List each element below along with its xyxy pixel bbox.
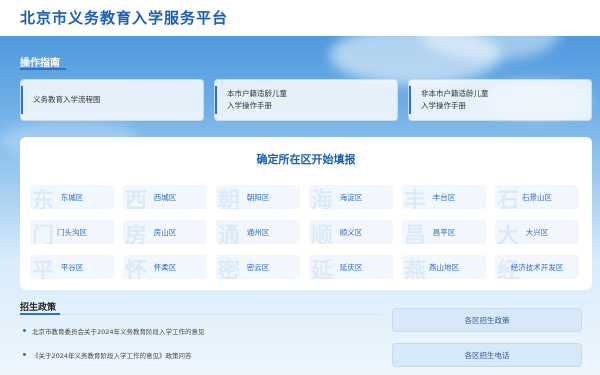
- district-label: 密云区: [246, 262, 270, 272]
- district-watermark-char: 海: [311, 188, 334, 209]
- district-watermark-char: 燕: [404, 258, 427, 279]
- site-title: 北京市义务教育入学服务平台: [20, 9, 229, 27]
- district-watermark-char: 昌: [404, 223, 427, 244]
- district-label: 房山区: [153, 227, 177, 237]
- district-button[interactable]: 顺顺义区: [309, 220, 393, 244]
- district-button[interactable]: 平平谷区: [30, 255, 114, 279]
- district-button[interactable]: 房房山区: [123, 220, 207, 244]
- district-phone-button[interactable]: 各区招生电话: [392, 343, 582, 367]
- guide-heading: 操作指南: [20, 58, 60, 69]
- district-label: 门头沟区: [57, 227, 87, 237]
- district-label: 朝阳区: [246, 192, 270, 202]
- guide-card-label: 非本市户籍适龄儿童: [421, 89, 489, 98]
- district-label: 西城区: [153, 192, 177, 202]
- district-label: 石景山区: [522, 192, 552, 202]
- guide-card-label: 入学操作手册: [421, 101, 466, 110]
- district-button[interactable]: 朝朝阳区: [216, 185, 300, 209]
- district-button[interactable]: 海海淀区: [309, 185, 393, 209]
- district-watermark-char: 石: [497, 188, 520, 209]
- district-panel: 确定所在区开始填报 东东城区西西城区朝朝阳区海海淀区丰丰台区石石景山区门门头沟区…: [20, 137, 592, 290]
- district-button[interactable]: 石石景山区: [495, 185, 579, 209]
- district-watermark-char: 丰: [404, 188, 427, 209]
- district-watermark-char: 大: [497, 223, 520, 244]
- district-button[interactable]: 经经济技术开发区: [495, 255, 579, 279]
- policy-item-divider: [20, 341, 382, 342]
- policy-link[interactable]: 《关于2024年义务教育阶段入学工作的意见》政策问答: [20, 350, 382, 360]
- district-button[interactable]: 通通州区: [216, 220, 300, 244]
- guide-card-label: 义务教育入学流程图: [33, 95, 101, 104]
- district-policy-button[interactable]: 各区招生政策: [392, 308, 582, 332]
- guide-card-label: 入学操作手册: [227, 101, 272, 110]
- district-watermark-char: 怀: [125, 258, 148, 279]
- district-watermark-char: 朝: [218, 188, 241, 209]
- district-watermark-char: 房: [125, 223, 148, 244]
- district-watermark-char: 密: [218, 258, 241, 279]
- district-label: 大兴区: [525, 227, 549, 237]
- district-label: 海淀区: [339, 192, 363, 202]
- guide-heading-underline: [20, 68, 66, 70]
- district-label: 燕山地区: [429, 262, 459, 272]
- district-label: 昌平区: [432, 227, 456, 237]
- district-button[interactable]: 东东城区: [30, 185, 114, 209]
- district-button[interactable]: 昌昌平区: [402, 220, 486, 244]
- district-watermark-char: 顺: [311, 223, 334, 244]
- guide-card-flowchart[interactable]: 义务教育入学流程图: [20, 79, 204, 121]
- district-button[interactable]: 怀怀柔区: [123, 255, 207, 279]
- district-watermark-char: 西: [125, 188, 148, 209]
- policy-link[interactable]: 北京市教育委员会关于2024年义务教育阶段入学工作的意见: [20, 326, 382, 336]
- district-button[interactable]: 门门头沟区: [30, 220, 114, 244]
- guide-card-local-manual[interactable]: 本市户籍适龄儿童 入学操作手册: [214, 79, 398, 121]
- district-watermark-char: 东: [32, 188, 55, 209]
- district-grid: 东东城区西西城区朝朝阳区海海淀区丰丰台区石石景山区门门头沟区房房山区通通州区顺顺…: [30, 185, 582, 279]
- district-label: 延庆区: [339, 262, 363, 272]
- panel-title: 确定所在区开始填报: [256, 153, 356, 166]
- district-watermark-char: 延: [311, 258, 334, 279]
- guide-card-label: 本市户籍适龄儿童: [227, 89, 287, 98]
- district-watermark-char: 通: [218, 223, 241, 244]
- district-watermark-char: 门: [32, 223, 55, 244]
- district-button[interactable]: 燕燕山地区: [402, 255, 486, 279]
- district-label: 平谷区: [60, 262, 84, 272]
- district-label: 顺义区: [339, 227, 363, 237]
- district-label: 东城区: [60, 192, 84, 202]
- district-button[interactable]: 丰丰台区: [402, 185, 486, 209]
- district-watermark-char: 平: [32, 258, 55, 279]
- site-header: 北京市义务教育入学服务平台: [0, 0, 600, 36]
- district-label: 丰台区: [432, 192, 456, 202]
- policy-divider: [20, 313, 382, 315]
- district-button[interactable]: 大大兴区: [495, 220, 579, 244]
- district-button[interactable]: 密密云区: [216, 255, 300, 279]
- district-label: 通州区: [246, 227, 270, 237]
- district-button[interactable]: 延延庆区: [309, 255, 393, 279]
- district-label: 怀柔区: [153, 262, 177, 272]
- district-button[interactable]: 西西城区: [123, 185, 207, 209]
- policy-heading: 招生政策: [20, 303, 57, 313]
- district-label: 经济技术开发区: [510, 262, 564, 272]
- guide-card-nonlocal-manual[interactable]: 非本市户籍适龄儿童 入学操作手册: [408, 79, 592, 121]
